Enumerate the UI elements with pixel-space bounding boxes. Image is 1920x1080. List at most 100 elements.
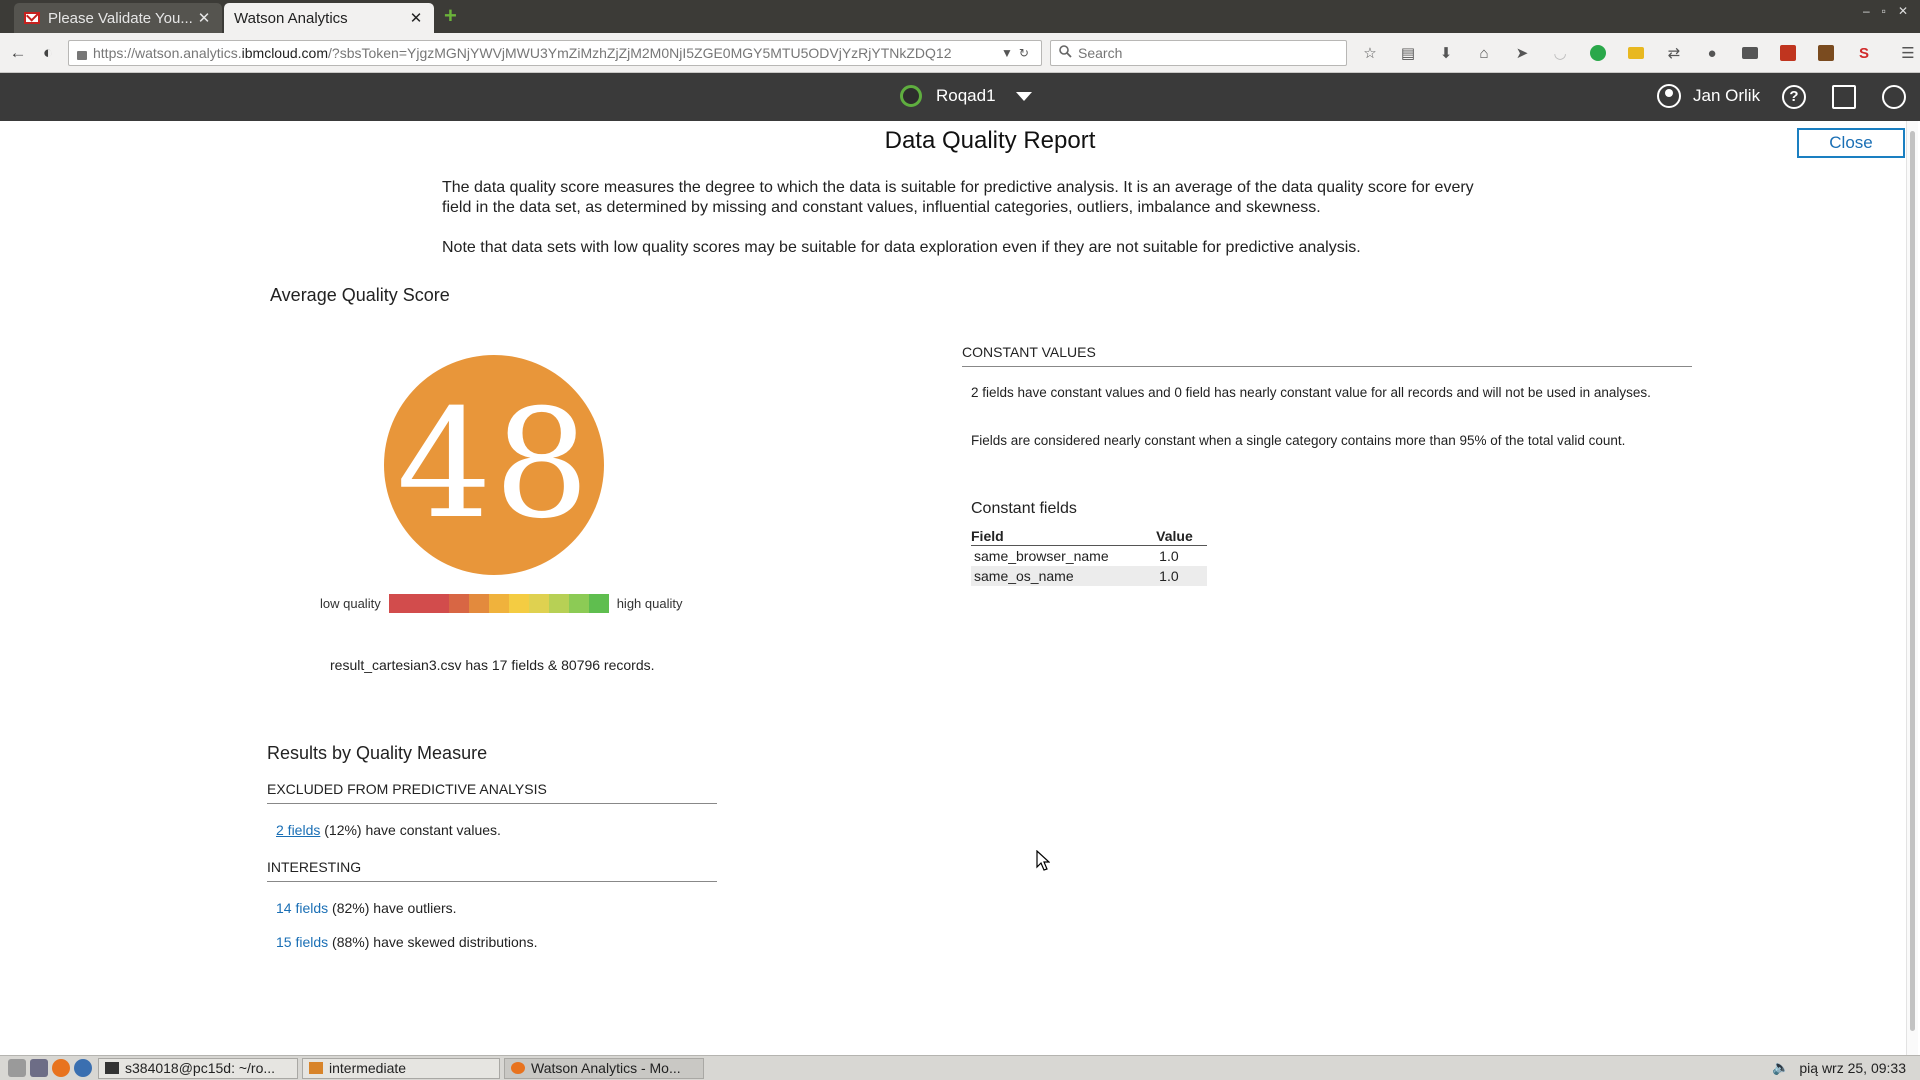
scale-segment [528,594,549,613]
extension-k-icon[interactable] [1814,41,1838,65]
dashboard-icon[interactable] [1832,85,1856,109]
app-header: Roqad1 Jan Orlik ? [0,73,1920,121]
back-icon[interactable]: ← [6,41,30,65]
close-tab-icon[interactable]: ✕ [196,9,212,27]
community-icon[interactable] [1882,85,1906,109]
system-tray: 🔈 pią wrz 25, 09:33 [1772,1059,1906,1076]
taskbar-item-terminal[interactable]: s384018@pc15d: ~/ro... [98,1057,298,1079]
tab-gmail[interactable]: Please Validate You... ✕ [14,3,222,33]
constant-fields-title: Constant fields [971,500,1077,517]
user-menu[interactable]: Jan Orlik [1657,84,1760,108]
search-box[interactable] [1050,40,1347,66]
dataset-summary: result_cartesian3.csv has 17 fields & 80… [330,657,655,673]
scale-segment [548,594,569,613]
interesting-section-heading: INTERESTING [267,859,717,882]
help-icon[interactable]: ? [1782,85,1806,109]
close-window-icon[interactable]: ✕ [1898,4,1908,18]
launcher-icons [8,1059,92,1077]
reading-list-icon[interactable]: ▤ [1396,41,1420,65]
search-icon [1059,45,1072,61]
file-manager-icon[interactable] [30,1059,48,1077]
quality-scale: low quality high quality [320,594,682,613]
browser-tab-bar: Please Validate You... ✕ Watson Analytic… [0,0,1920,33]
constant-values-result: 2 fields (12%) have constant values. [276,822,501,838]
taskbar-item-firefox[interactable]: Watson Analytics - Mo... [504,1057,704,1079]
scale-segment [488,594,509,613]
volume-icon[interactable]: 🔈 [1772,1059,1789,1076]
average-score-heading: Average Quality Score [270,285,450,305]
terminal-icon [105,1062,119,1074]
outliers-fields-link[interactable]: 14 fields [276,900,328,916]
lock-icon [77,50,87,60]
taskbar-item-folder[interactable]: intermediate [302,1057,500,1079]
download-icon[interactable]: ⬇ [1434,41,1458,65]
constant-fields-table: Field Value same_browser_name 1.0 same_o… [971,528,1207,586]
scrollbar-thumb[interactable] [1910,131,1915,1031]
quality-score-circle: 48 [384,355,604,575]
url-text: https://watson.analytics.ibmcloud.com/?s… [93,45,952,61]
table-row: same_browser_name 1.0 [971,546,1207,567]
menu-icon[interactable]: ☰ [1896,41,1920,65]
extension-s-icon[interactable]: S [1852,41,1876,65]
table-row: same_os_name 1.0 [971,566,1207,586]
maximize-icon[interactable]: ▫ [1882,4,1886,18]
home-icon[interactable]: ⌂ [1472,41,1496,65]
constant-fields-link[interactable]: 2 fields [276,822,320,838]
scale-segment [408,594,429,613]
results-heading: Results by Quality Measure [267,743,488,763]
folder-icon [309,1062,323,1074]
minimize-icon[interactable]: – [1863,4,1870,18]
scale-segment [508,594,529,613]
firefox-icon[interactable] [52,1059,70,1077]
close-tab-icon[interactable]: ✕ [408,9,424,27]
column-header-field: Field [971,528,1157,546]
bookmark-star-icon[interactable]: ☆ [1358,41,1382,65]
value-cell: 1.0 [1159,548,1179,564]
os-taskbar: s384018@pc15d: ~/ro... intermediate Wats… [0,1055,1920,1080]
app-menu-icon[interactable] [8,1059,26,1077]
toolbar-icons: ☆ ▤ ⬇ ⌂ ➤ ◡ ⇄ ● S ☰ [1358,41,1920,65]
scale-segment [588,594,609,613]
scale-low-label: low quality [320,596,381,611]
chat-icon[interactable]: ● [1700,41,1724,65]
extension-green-icon[interactable] [1586,41,1610,65]
skewed-fields-link[interactable]: 15 fields [276,934,328,950]
field-cell: same_os_name [971,566,1157,586]
browser-icon[interactable] [74,1059,92,1077]
column-header-value: Value [1156,528,1207,546]
tab-watson-analytics[interactable]: Watson Analytics ✕ [224,3,434,33]
scale-segment [568,594,589,613]
scale-high-label: high quality [616,596,683,611]
user-icon [1657,84,1681,108]
gmail-icon [24,12,40,24]
extension-yellow-icon[interactable] [1624,41,1648,65]
browser-nav-bar: ← ◐ https://watson.analytics.ibmcloud.co… [0,33,1920,73]
pocket-icon[interactable]: ◡ [1548,41,1572,65]
extension-gray-icon[interactable] [1738,41,1762,65]
dropdown-icon[interactable]: ▼ [1001,46,1013,60]
search-input[interactable] [1078,45,1338,61]
skewed-result: 15 fields (88%) have skewed distribution… [276,934,538,950]
send-icon[interactable]: ➤ [1510,41,1534,65]
url-bar[interactable]: https://watson.analytics.ibmcloud.com/?s… [68,40,1042,66]
project-name: Roqad1 [936,86,996,105]
quality-score-value: 48 [396,378,592,552]
new-tab-button[interactable]: + [444,5,457,27]
excluded-section-heading: EXCLUDED FROM PREDICTIVE ANALYSIS [267,781,717,804]
close-button[interactable]: Close [1797,128,1905,158]
constant-values-heading: CONSTANT VALUES [962,344,1692,367]
constant-values-definition: Fields are considered nearly constant wh… [971,433,1626,448]
reload-icon[interactable]: ↻ [1019,46,1029,60]
scrollbar[interactable] [1906,121,1918,1055]
extension-red-icon[interactable] [1776,41,1800,65]
scale-segment [428,594,449,613]
clock[interactable]: pią wrz 25, 09:33 [1799,1060,1906,1076]
constant-values-summary: 2 fields have constant values and 0 fiel… [971,385,1651,400]
project-icon [900,85,922,107]
translate-icon[interactable]: ⇄ [1662,41,1686,65]
chevron-down-icon [1015,91,1032,101]
value-cell: 1.0 [1156,566,1207,586]
identity-icon[interactable]: ◐ [36,41,60,65]
project-selector[interactable]: Roqad1 [900,85,1032,107]
intro-paragraph: The data quality score measures the degr… [442,179,1474,216]
